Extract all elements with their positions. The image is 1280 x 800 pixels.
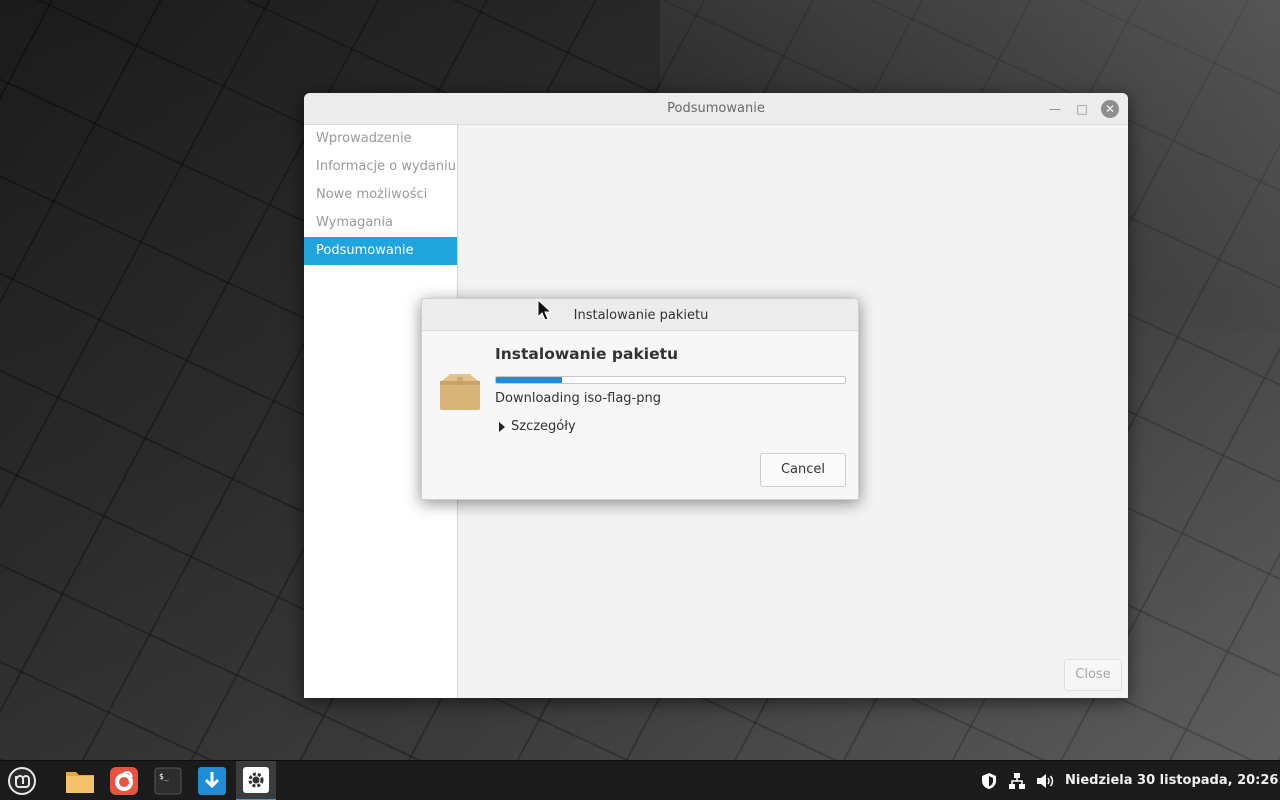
dialog-title: Instalowanie pakietu (573, 308, 709, 323)
mouse-cursor-icon (537, 299, 553, 321)
shield-icon[interactable] (979, 771, 999, 791)
window-titlebar[interactable]: Podsumowanie — □ ✕ (304, 93, 1128, 125)
network-icon[interactable] (1007, 771, 1027, 791)
clock[interactable]: Niedziela 30 listopada, 20:26:01 (1065, 773, 1280, 788)
dialog-heading: Instalowanie pakietu (495, 345, 679, 363)
sidebar-item-introduction[interactable]: Wprowadzenie (304, 125, 457, 153)
taskbar: $_ Niedziela 30 listopada, 20:26:01 (0, 760, 1280, 800)
maximize-icon[interactable]: □ (1073, 100, 1091, 118)
settings-icon[interactable] (236, 761, 276, 800)
sidebar-item-summary[interactable]: Podsumowanie (304, 237, 457, 265)
cancel-button[interactable]: Cancel (760, 453, 846, 487)
expander-arrow-icon (499, 421, 505, 432)
details-expander[interactable]: Szczegóły (499, 419, 576, 434)
svg-text:$_: $_ (159, 772, 169, 781)
details-label: Szczegóły (511, 419, 576, 434)
close-icon[interactable]: ✕ (1101, 100, 1119, 118)
window-title: Podsumowanie (667, 101, 765, 116)
install-package-dialog: Instalowanie pakietu Instalowanie pakiet… (421, 298, 859, 500)
firefox-icon[interactable] (104, 761, 144, 800)
sidebar-item-requirements[interactable]: Wymagania (304, 209, 457, 237)
status-text: Downloading iso-flag-png (495, 391, 661, 406)
terminal-icon[interactable]: $_ (148, 761, 188, 800)
close-button[interactable]: Close (1064, 659, 1122, 691)
update-manager-icon[interactable] (192, 761, 232, 800)
files-icon[interactable] (60, 761, 100, 800)
menu-icon[interactable] (2, 761, 42, 800)
sidebar-item-new-features[interactable]: Nowe możliwości (304, 181, 457, 209)
progress-bar-fill (496, 377, 563, 383)
volume-icon[interactable] (1035, 771, 1055, 791)
progress-bar (495, 376, 846, 384)
package-icon (440, 374, 480, 410)
minimize-icon[interactable]: — (1046, 100, 1064, 118)
sidebar-item-release-notes[interactable]: Informacje o wydaniu (304, 153, 457, 181)
dialog-titlebar[interactable]: Instalowanie pakietu (422, 299, 858, 331)
